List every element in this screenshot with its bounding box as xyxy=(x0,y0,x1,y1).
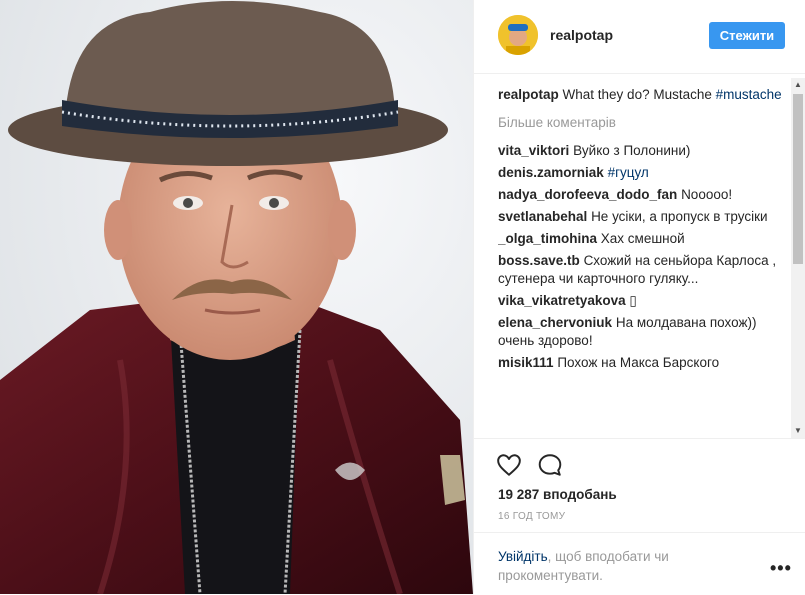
login-prompt-text: Увійдіть, щоб вподобати чи прокоментуват… xyxy=(498,547,728,585)
comment-author[interactable]: vita_viktori xyxy=(498,143,569,158)
comment-text: Nooooo! xyxy=(681,187,733,202)
comment-item: svetlanabehal Не усіки, а пропуск в трус… xyxy=(498,208,786,226)
speech-bubble-icon xyxy=(538,454,562,476)
comment-item: vita_viktori Вуйко з Полонини) xyxy=(498,142,786,160)
post-timestamp[interactable]: 16 ГОД ТОМУ xyxy=(498,511,565,522)
like-button[interactable] xyxy=(496,452,522,478)
comment-item: boss.save.tb Схожий на сеньйора Карлоса … xyxy=(498,252,786,288)
comment-author[interactable]: misik111 xyxy=(498,355,554,370)
comment-text: Хах смешной xyxy=(600,231,685,246)
comment-item: elena_chervoniuk На молдавана похож)) оч… xyxy=(498,314,786,350)
scroll-down-arrow-icon[interactable]: ▼ xyxy=(791,424,805,438)
comment-author[interactable]: nadya_dorofeeva_dodo_fan xyxy=(498,187,677,202)
comment-text: Вуйко з Полонини) xyxy=(573,143,691,158)
likes-count[interactable]: 19 287 вподобань xyxy=(498,487,617,502)
comment-item: _olga_timohina Хах смешной xyxy=(498,230,786,248)
author-avatar[interactable] xyxy=(498,15,538,55)
comment-button[interactable] xyxy=(537,452,563,478)
author-username[interactable]: realpotap xyxy=(550,27,613,43)
caption-hashtag[interactable]: #mustache xyxy=(716,87,782,102)
comment-author[interactable]: vika_vikatretyakova xyxy=(498,293,626,308)
load-more-comments[interactable]: Більше коментарів xyxy=(498,114,786,132)
comment-item: nadya_dorofeeva_dodo_fan Nooooo! xyxy=(498,186,786,204)
post-caption: realpotap What they do? Mustache #mustac… xyxy=(498,86,786,104)
post-details-panel: realpotap Стежити realpotap What they do… xyxy=(473,0,805,594)
post-header: realpotap Стежити xyxy=(474,0,805,74)
comment-text: ▯ xyxy=(629,293,637,308)
comments-list: realpotap What they do? Mustache #mustac… xyxy=(498,86,786,438)
heart-icon xyxy=(497,454,521,476)
avatar-image xyxy=(498,15,538,55)
comment-author[interactable]: svetlanabehal xyxy=(498,209,587,224)
post-photo[interactable] xyxy=(0,0,473,594)
caption-text: What they do? Mustache xyxy=(562,87,712,102)
comment-author[interactable]: denis.zamorniak xyxy=(498,165,604,180)
comment-hashtag[interactable]: #гуцул xyxy=(608,165,649,180)
comment-author[interactable]: boss.save.tb xyxy=(498,253,580,268)
comment-text: Не усіки, а пропуск в трусіки xyxy=(591,209,768,224)
comment-item: denis.zamorniak #гуцул xyxy=(498,164,786,182)
comment-author[interactable]: elena_chervoniuk xyxy=(498,315,612,330)
comments-scrollbar[interactable]: ▲ ▼ xyxy=(791,78,805,438)
post-actions: 19 287 вподобань 16 ГОД ТОМУ xyxy=(474,438,805,522)
comment-item: vika_vikatretyakova ▯ xyxy=(498,292,786,310)
follow-button[interactable]: Стежити xyxy=(709,22,785,49)
comment-author[interactable]: _olga_timohina xyxy=(498,231,597,246)
comment-item: misik111 Похож на Макса Барского xyxy=(498,354,786,372)
scrollbar-thumb[interactable] xyxy=(793,94,803,264)
login-prompt: Увійдіть, щоб вподобати чи прокоментуват… xyxy=(474,532,805,595)
scroll-up-arrow-icon[interactable]: ▲ xyxy=(791,78,805,92)
selfie-illustration xyxy=(0,0,473,594)
more-dots-icon[interactable]: ••• xyxy=(770,559,792,577)
login-link[interactable]: Увійдіть xyxy=(498,549,548,564)
comment-text: Похож на Макса Барского xyxy=(557,355,720,370)
instagram-post-view: realpotap Стежити realpotap What they do… xyxy=(0,0,805,594)
caption-author[interactable]: realpotap xyxy=(498,87,559,102)
